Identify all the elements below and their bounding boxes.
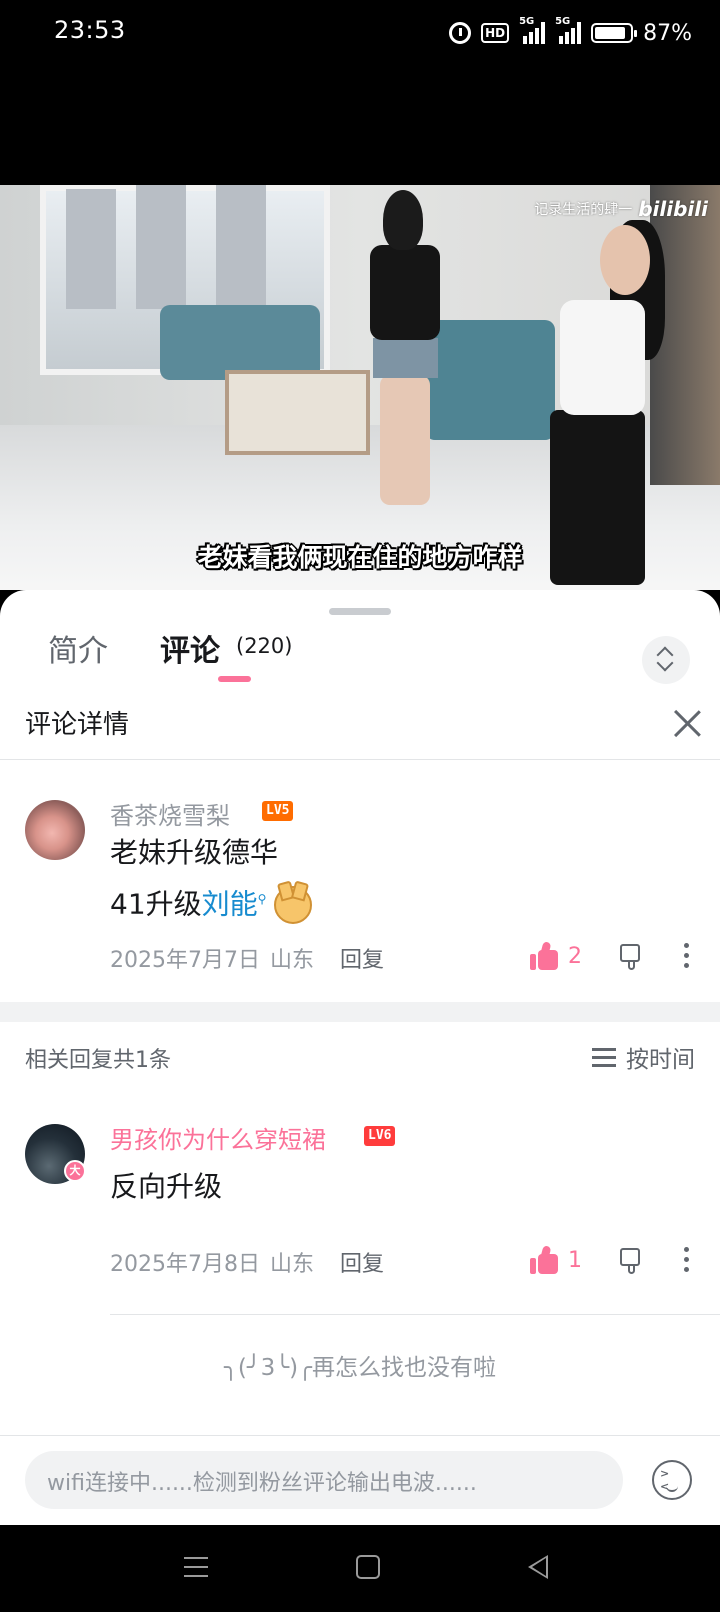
video-watermark: 记录生活的肆一 bilibili: [534, 197, 708, 221]
dislike-icon[interactable]: [618, 1246, 646, 1274]
comment-actions: 2: [530, 938, 690, 974]
sort-icon: [592, 1048, 616, 1067]
video-subtitle: 老妹看我俩现在住的地方咋样: [197, 543, 523, 572]
like-icon[interactable]: [530, 941, 558, 970]
hd-voice-icon: HD: [481, 23, 510, 43]
dog-emoji-icon: [274, 886, 313, 925]
tab-intro[interactable]: 简介: [48, 626, 108, 670]
like-count: 1: [568, 1247, 582, 1273]
comment-date: 2025年7月8日: [110, 1252, 260, 1277]
close-icon[interactable]: [672, 708, 702, 738]
level-badge: LV6: [364, 1126, 396, 1146]
comment-username[interactable]: 男孩你为什么穿短裙: [110, 1120, 326, 1155]
alarm-icon: [449, 22, 472, 44]
comment-text: 反向升级: [110, 1170, 223, 1203]
level-badge: LV5: [262, 801, 294, 821]
comment-text: 老妹升级德华 41升级刘能⚲: [110, 830, 313, 927]
comment-actions: 1: [530, 1242, 690, 1278]
signal-icon: 5G: [519, 16, 546, 44]
back-icon[interactable]: [528, 1555, 548, 1579]
status-time: 23:53: [54, 16, 126, 44]
comments-count: (220): [236, 634, 293, 658]
comment-detail-title: 评论详情: [25, 710, 130, 740]
sort-button[interactable]: 按时间: [592, 1040, 695, 1074]
emoji-icon[interactable]: [652, 1460, 692, 1500]
comment-input[interactable]: wifi连接中......检测到粉丝评论输出电波......: [25, 1451, 623, 1509]
comment-location: 山东: [269, 1252, 314, 1277]
more-icon[interactable]: [684, 942, 690, 970]
tab-comments[interactable]: 评论: [160, 626, 220, 670]
comment-username[interactable]: 香茶烧雪梨: [110, 796, 230, 831]
bilibili-logo: bilibili: [638, 197, 708, 221]
root-comment: 香茶烧雪梨 LV5 老妹升级德华 41升级刘能⚲ 2025年7月7日 山东 回复…: [0, 780, 720, 1000]
reply-summary: 相关回复共1条: [25, 1048, 171, 1073]
person-figure: [365, 190, 445, 510]
comment-input-bar: wifi连接中......检测到粉丝评论输出电波......: [0, 1435, 720, 1525]
expand-collapse-button[interactable]: [642, 636, 690, 684]
more-icon[interactable]: [684, 1246, 690, 1274]
search-icon: ⚲: [257, 892, 267, 906]
tab-indicator: [218, 676, 251, 682]
search-link[interactable]: 刘能: [202, 887, 258, 920]
like-icon[interactable]: [530, 1245, 558, 1274]
battery-percent: 87%: [643, 20, 692, 46]
comment-date: 2025年7月7日: [110, 948, 260, 973]
avatar[interactable]: [25, 800, 85, 860]
status-icons: HD 5G 5G 87%: [449, 16, 692, 50]
dislike-icon[interactable]: [618, 942, 646, 970]
comment-meta: 2025年7月7日 山东 回复: [110, 942, 384, 974]
comments-sheet: 简介 评论 (220) 评论详情 香茶烧雪梨 LV5 老妹升级德华 41升级刘能…: [0, 590, 720, 1525]
divider: [110, 1314, 720, 1315]
tab-bar: 简介 评论 (220): [0, 610, 720, 690]
person-figure: [545, 220, 665, 585]
reply-button[interactable]: 回复: [340, 942, 384, 974]
end-of-list-note: ╮(╯3╰)╭再怎么找也没有啦: [224, 1355, 496, 1381]
reply-button[interactable]: 回复: [340, 1246, 384, 1278]
signal-icon-2: 5G: [555, 16, 582, 44]
home-icon[interactable]: [356, 1555, 380, 1579]
menu-icon[interactable]: [184, 1557, 208, 1577]
comment-detail-header: 评论详情: [0, 690, 720, 760]
vip-badge: 大: [64, 1160, 86, 1182]
reply-comment: 大 男孩你为什么穿短裙 LV6 反向升级 2025年7月8日 山东 回复 1: [0, 1110, 720, 1310]
section-divider: [0, 1002, 720, 1022]
comment-location: 山东: [269, 948, 314, 973]
status-bar: 23:53 HD 5G 5G 87%: [0, 0, 720, 66]
comment-meta: 2025年7月8日 山东 回复: [110, 1246, 384, 1278]
battery-icon: [591, 23, 638, 43]
video-player[interactable]: 记录生活的肆一 bilibili 老妹看我俩现在住的地方咋样: [0, 185, 720, 590]
system-nav-bar: [0, 1525, 720, 1612]
like-count: 2: [568, 943, 582, 969]
